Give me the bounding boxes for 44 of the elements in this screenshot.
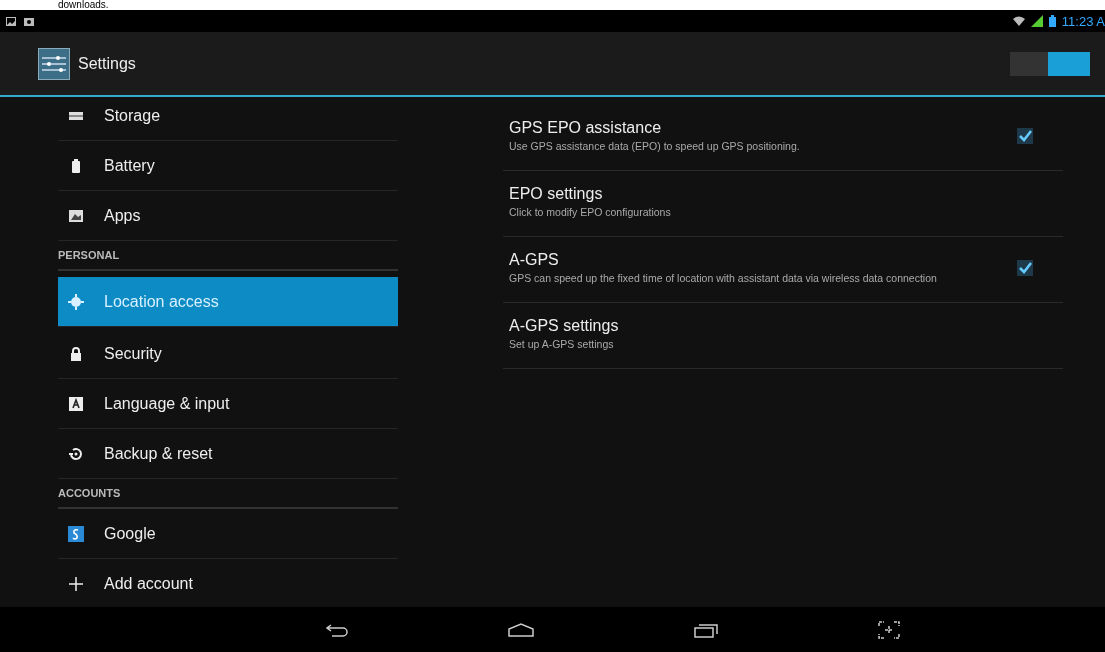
checkbox[interactable] <box>1017 127 1033 144</box>
settings-menu-item[interactable]: Language & input <box>58 379 398 429</box>
preference-row[interactable]: A-GPS settings Set up A-GPS settings <box>503 303 1063 369</box>
preference-row[interactable]: EPO settings Click to modify EPO configurations <box>503 171 1063 237</box>
account-logo-icon <box>68 525 84 542</box>
preference-summary: Set up A-GPS settings <box>509 338 615 350</box>
settings-menu-item[interactable]: Backup & reset <box>58 429 398 479</box>
preference-summary: Use GPS assistance data (EPO) to speed up GPS positioning. <box>509 140 801 152</box>
wifi-icon <box>1012 16 1025 26</box>
app-title: Settings <box>78 54 137 73</box>
screenshot-icon[interactable] <box>877 620 900 639</box>
apps-icon <box>68 207 84 224</box>
camera-icon <box>24 16 34 26</box>
settings-menu-item[interactable]: Apps <box>58 191 398 241</box>
settings-menu-item[interactable]: Storage <box>58 97 398 141</box>
caption-text: downloads. <box>58 0 109 10</box>
keyboard-icon <box>68 395 84 412</box>
preference-summary: Click to modify EPO configurations <box>509 206 672 218</box>
preference-row[interactable]: A-GPS GPS can speed up the fixed time of location with assistant data via wireless data connection <box>503 237 1063 303</box>
settings-menu-item[interactable]: Google <box>58 509 398 559</box>
battery-status-icon <box>1048 15 1056 27</box>
preference-row[interactable]: GPS EPO assistance Use GPS assistance data (EPO) to speed up GPS positioning. <box>503 105 1063 171</box>
settings-menu-item[interactable]: Security <box>58 329 398 379</box>
preference-title: A-GPS settings <box>509 317 620 335</box>
image-icon <box>6 16 16 26</box>
preference-summary: GPS can speed up the fixed time of location with assistant data via wireless data connection <box>509 272 938 284</box>
lock-icon <box>68 345 84 362</box>
recent-apps-icon[interactable] <box>693 621 718 638</box>
section-header: PERSONAL <box>58 241 398 271</box>
backup-icon <box>68 445 84 462</box>
back-icon[interactable] <box>325 622 348 637</box>
location-switch[interactable] <box>1010 51 1090 76</box>
preference-title: EPO settings <box>509 185 604 203</box>
settings-app-icon[interactable] <box>38 47 70 80</box>
section-header: ACCOUNTS <box>58 479 398 509</box>
preference-title: GPS EPO assistance <box>509 119 663 137</box>
signal-icon <box>1030 15 1043 27</box>
home-icon[interactable] <box>507 622 534 637</box>
clock-text: 11:23 A <box>1061 13 1105 29</box>
settings-menu-item[interactable]: Battery <box>58 141 398 191</box>
preference-title: A-GPS <box>509 251 560 269</box>
plus-icon <box>68 575 84 592</box>
checkbox[interactable] <box>1017 259 1033 276</box>
location-icon <box>68 293 84 310</box>
